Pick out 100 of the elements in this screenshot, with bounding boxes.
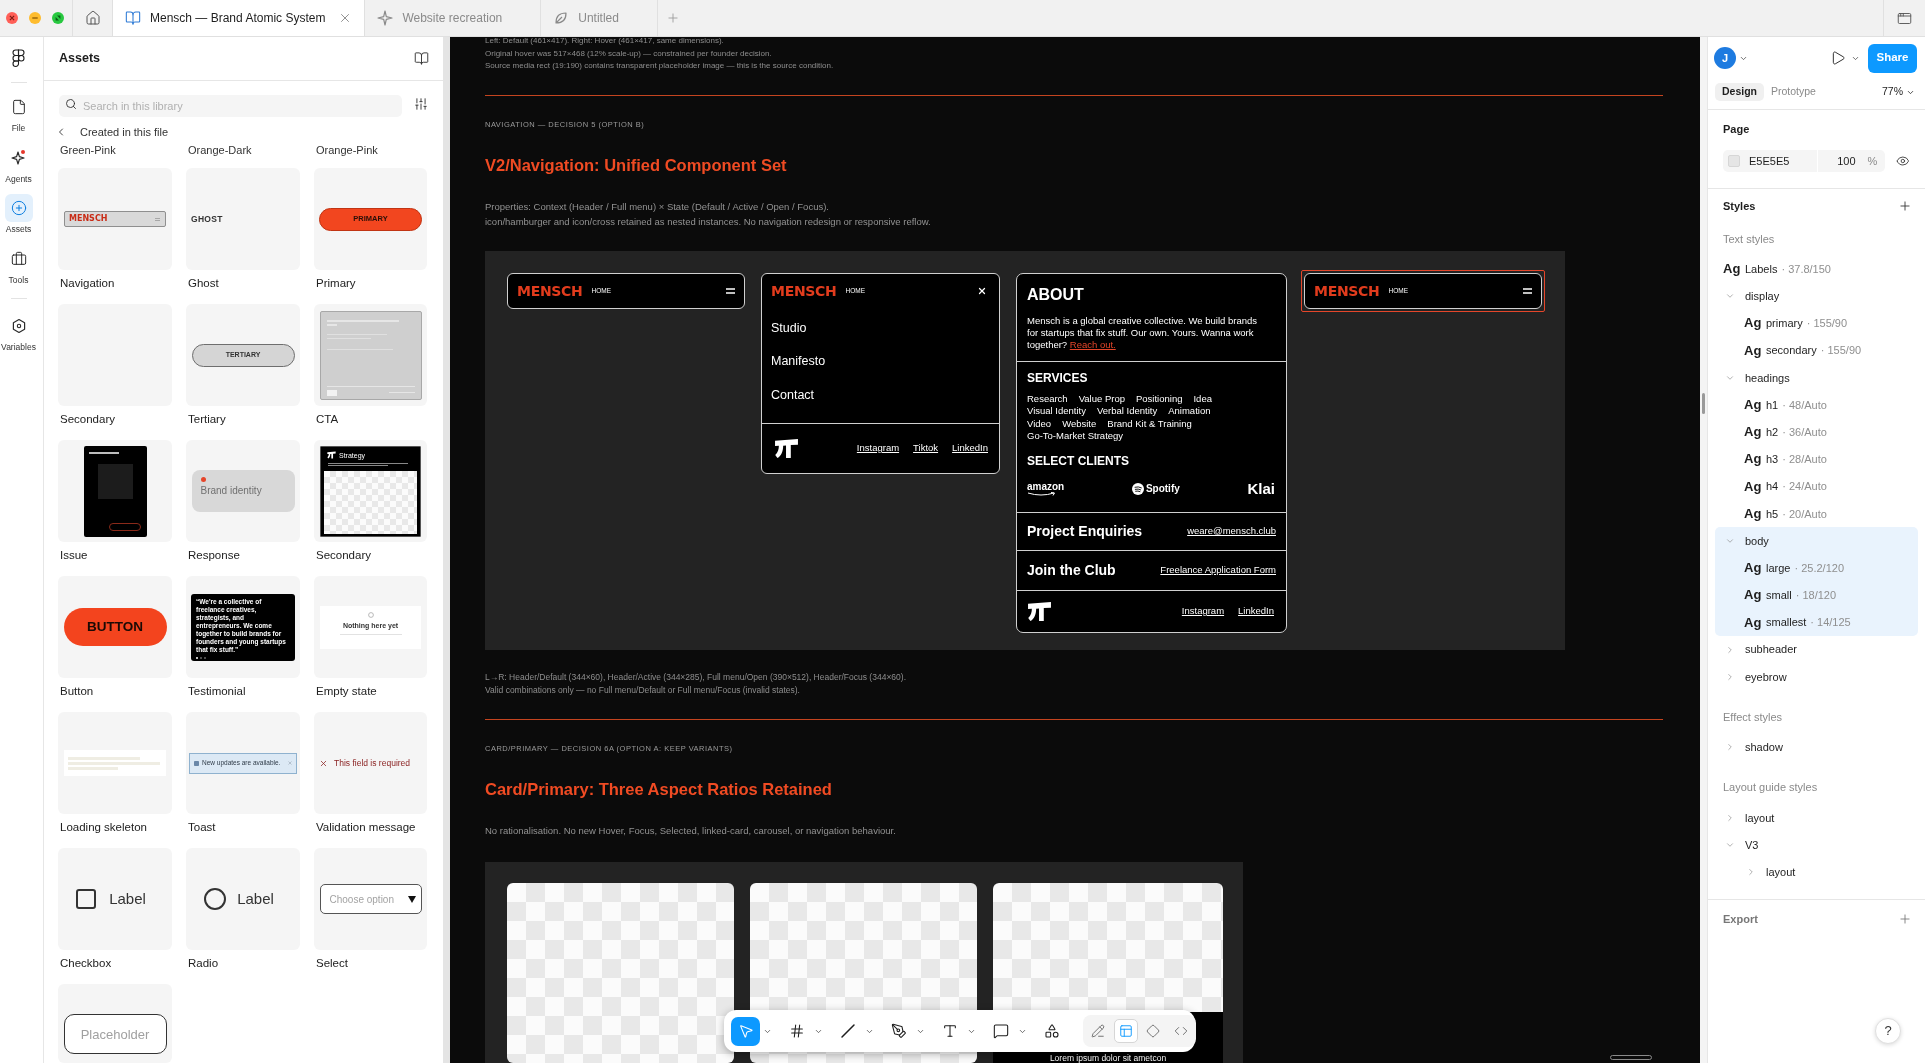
rail-item[interactable]: Agents <box>4 143 33 185</box>
text-style-row[interactable]: Ag small · 18/120 <box>1715 581 1918 609</box>
checkbox-label: Label <box>109 890 146 908</box>
text-style-row[interactable]: Ag h4 · 24/Auto <box>1715 473 1918 501</box>
plus-icon[interactable] <box>1898 199 1912 213</box>
search-field[interactable]: Search in this library <box>59 95 402 117</box>
logo-text: MENSCH <box>517 282 583 299</box>
type-sample: Ag <box>1744 451 1763 468</box>
style-group-row[interactable]: shadow <box>1715 733 1918 761</box>
asset-tile[interactable] <box>314 304 427 406</box>
zoom-dropdown[interactable]: 77% <box>1882 83 1915 101</box>
button-preview: BUTTON <box>63 608 167 646</box>
social-link[interactable]: LinkedIn <box>1238 605 1274 617</box>
scrollbar-thumb[interactable] <box>1610 1055 1652 1060</box>
asset-tile[interactable]: Brand identity <box>186 440 300 542</box>
service-tag: Website <box>1062 417 1097 430</box>
mode-button[interactable] <box>1113 1019 1138 1043</box>
menu-link[interactable]: Contact <box>771 386 999 403</box>
text-style-row[interactable]: Ag h1 · 48/Auto <box>1715 391 1918 419</box>
text-style-row[interactable]: Ag smallest · 14/125 <box>1715 608 1918 637</box>
asset-label: Secondary <box>315 548 372 563</box>
color-field[interactable]: E5E5E5 100 % <box>1723 150 1886 172</box>
book-icon[interactable] <box>414 51 429 66</box>
style-group-row[interactable]: body <box>1715 527 1918 555</box>
filter-icon[interactable] <box>414 97 428 111</box>
type-sample: Ag <box>1723 261 1742 278</box>
style-group-row[interactable]: display <box>1715 282 1918 310</box>
fullscreen-window-icon[interactable] <box>52 12 64 24</box>
asset-label: Issue <box>59 548 89 563</box>
asset-tile[interactable]: Label <box>186 848 300 950</box>
app-logo-icon[interactable] <box>12 49 25 69</box>
section-title: Styles <box>1723 199 1756 213</box>
social-link[interactable]: Tiktok <box>913 442 939 454</box>
asset-tile[interactable] <box>58 440 172 542</box>
search-icon <box>65 98 77 110</box>
type-sample: Ag <box>1744 614 1763 631</box>
style-group-row[interactable]: layout <box>1715 858 1918 886</box>
eye-icon[interactable] <box>1896 154 1910 168</box>
asset-label: Orange-Pink <box>315 144 379 156</box>
section-description: No rationalisation. No new Hover, Focus, Selected, linked-card, carousel, or navigation behaviour. <box>485 823 897 838</box>
rail-item[interactable]: Tools <box>4 244 33 286</box>
asset-tile[interactable]: This field is required <box>314 712 427 814</box>
home-icon[interactable] <box>84 10 101 26</box>
menu-heading: ABOUT <box>1027 284 1085 305</box>
menu-heading: SELECT CLIENTS <box>1027 453 1130 469</box>
asset-tile[interactable]: Placeholder <box>58 984 172 1063</box>
asset-label: Orange-Dark <box>187 144 253 156</box>
help-button[interactable]: ? <box>1875 1018 1901 1044</box>
hamburger-icon[interactable] <box>1523 287 1532 294</box>
asset-tile[interactable]: Label <box>58 848 172 950</box>
code-icon <box>1173 1024 1188 1038</box>
user-avatar[interactable]: J <box>1714 47 1736 69</box>
logo-mark-icon <box>1027 600 1052 622</box>
rail-item[interactable]: Variables <box>1 311 36 353</box>
menu-link[interactable]: Manifesto <box>771 353 999 369</box>
text-style-row[interactable]: Ag Labels · 37.8/150 <box>1715 255 1918 283</box>
text-style-row[interactable]: Ag large · 25.2/120 <box>1715 554 1918 582</box>
caption-text: Valid combinations only — no Full menu/Default or Full menu/Focus (invalid states). <box>485 683 801 697</box>
hamburger-icon[interactable] <box>726 287 735 294</box>
text-style-row[interactable]: Ag h2 · 36/Auto <box>1715 418 1918 446</box>
service-tag: Video <box>1027 417 1052 430</box>
play-icon[interactable] <box>1830 50 1846 66</box>
style-group-row[interactable]: subheader <box>1715 636 1918 664</box>
resize-handle[interactable] <box>1702 393 1705 414</box>
pencil-icon <box>1091 1024 1105 1038</box>
close-window-icon[interactable] <box>6 12 18 24</box>
social-link[interactable]: LinkedIn <box>952 442 988 454</box>
service-tag: Value Prop <box>1078 392 1125 405</box>
minimize-window-icon[interactable] <box>29 12 41 24</box>
text-style-row[interactable]: Ag secondary · 155/90 <box>1715 337 1918 365</box>
panel-tab[interactable]: Design <box>1715 83 1764 101</box>
style-group-row[interactable]: eyebrow <box>1715 663 1918 691</box>
asset-tile[interactable] <box>58 712 172 814</box>
text-style-row[interactable]: Ag h5 · 20/Auto <box>1715 500 1918 528</box>
panel-tab[interactable]: Prototype <box>1764 83 1823 101</box>
asset-tile[interactable]: GHOST <box>186 168 300 270</box>
text-link[interactable]: Freelance Application Form <box>1160 564 1276 576</box>
reach-out-link[interactable]: Reach out. <box>1069 338 1116 350</box>
text-style-row[interactable]: Ag primary · 155/90 <box>1715 309 1918 338</box>
style-group-row[interactable]: headings <box>1715 364 1918 392</box>
text-link[interactable]: weare@mensch.club <box>1187 525 1276 537</box>
text-style-row[interactable]: Ag h3 · 28/Auto <box>1715 445 1918 473</box>
style-group-row[interactable]: layout <box>1715 804 1918 832</box>
style-group-row[interactable]: V3 <box>1715 831 1918 859</box>
window-icon[interactable] <box>1897 10 1912 26</box>
type-sample: Ag <box>1744 315 1763 332</box>
file-tab[interactable]: Mensch — Brand Atomic System <box>113 0 366 36</box>
social-link[interactable]: Instagram <box>856 442 900 454</box>
social-link[interactable]: Instagram <box>1181 605 1225 617</box>
rail-item[interactable]: File <box>4 93 33 134</box>
note-text: Original hover was 517×468 (12% scale-up) — constrained per founder decision. <box>485 47 773 60</box>
asset-label: CTA <box>315 412 340 427</box>
menu-link[interactable]: Studio <box>771 319 999 336</box>
asset-tile[interactable]: MENSCH <box>58 168 172 270</box>
section-title: V2/Navigation: Unified Component Set <box>485 154 788 176</box>
briefcase-icon <box>10 250 27 267</box>
panel-scrollbar[interactable] <box>443 37 450 1063</box>
client-logo-text: Klai <box>1247 480 1275 497</box>
close-icon[interactable] <box>977 285 987 296</box>
asset-tile[interactable]: BUTTON <box>58 576 172 678</box>
